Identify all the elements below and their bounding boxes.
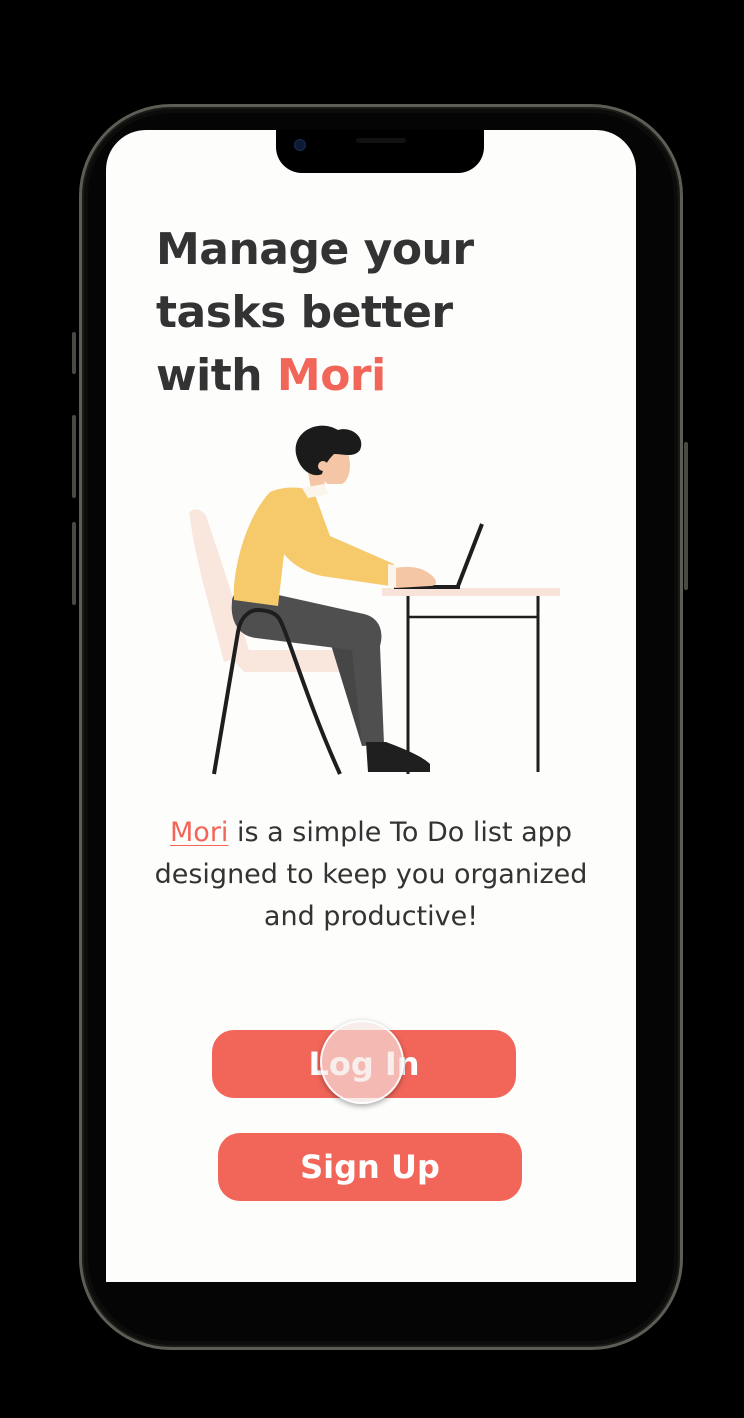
signup-button[interactable]: Sign Up bbox=[218, 1133, 522, 1201]
camera-icon bbox=[294, 139, 306, 151]
app-screen: Manage your tasks better with Mori Mori … bbox=[106, 130, 636, 1282]
power-button bbox=[684, 442, 688, 590]
login-button[interactable]: Log In bbox=[212, 1030, 516, 1098]
speaker-grille bbox=[356, 138, 406, 143]
headline-brand: Mori bbox=[276, 350, 386, 401]
brand-link[interactable]: Mori bbox=[170, 817, 228, 848]
headline: Manage your tasks better with Mori bbox=[156, 218, 576, 407]
person-working-on-laptop-illustration bbox=[189, 425, 560, 775]
volume-up-button bbox=[72, 415, 76, 498]
app-description: Mori is a simple To Do list app designed… bbox=[146, 812, 596, 938]
mute-switch bbox=[72, 332, 76, 374]
headline-line-3-prefix: with bbox=[156, 350, 277, 401]
headline-line-2: tasks better bbox=[156, 287, 453, 338]
headline-line-1: Manage your bbox=[156, 224, 474, 275]
notch bbox=[276, 130, 484, 173]
volume-down-button bbox=[72, 522, 76, 605]
